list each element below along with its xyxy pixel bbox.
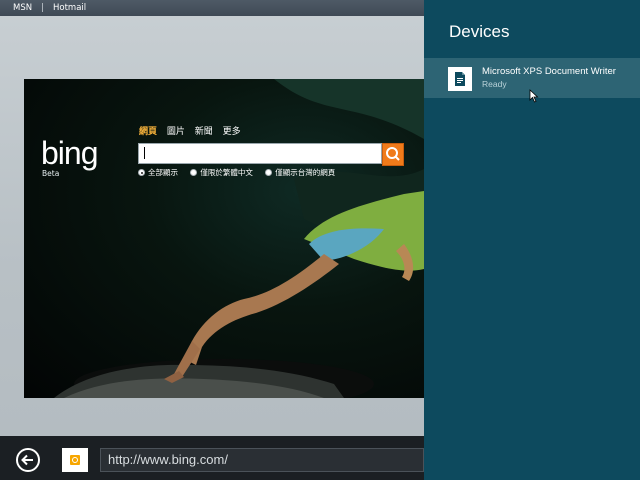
browser-address-bar: http://www.bing.com/ — [0, 436, 424, 480]
search-button[interactable] — [382, 143, 404, 166]
url-field[interactable]: http://www.bing.com/ — [100, 448, 424, 472]
back-button[interactable] — [16, 448, 40, 472]
radio-show-all[interactable]: 全部顯示 — [138, 167, 178, 178]
bing-homepage-hero: bing Beta 網頁 圖片 新聞 更多 全部顯示 僅限於繁體中文 僅顯示台灣… — [24, 79, 424, 398]
document-icon — [448, 67, 472, 91]
device-name: Microsoft XPS Document Writer — [482, 66, 616, 77]
radio-label: 僅顯示台灣的網頁 — [275, 168, 336, 177]
nav-separator: | — [41, 3, 44, 13]
tab-web[interactable]: 網頁 — [139, 127, 157, 137]
bing-logo[interactable]: bing — [41, 137, 98, 169]
radio-traditional-chinese[interactable]: 僅限於繁體中文 — [190, 167, 253, 178]
tab-images[interactable]: 圖片 — [167, 127, 185, 137]
radio-label: 僅限於繁體中文 — [200, 168, 253, 177]
text-caret — [144, 147, 145, 159]
radio-label: 全部顯示 — [148, 168, 178, 177]
search-category-tabs: 網頁 圖片 新聞 更多 — [139, 124, 248, 137]
radio-button[interactable] — [190, 169, 198, 176]
search-icon — [386, 147, 400, 161]
radio-button[interactable] — [265, 169, 273, 176]
radio-taiwan-pages[interactable]: 僅顯示台灣的網頁 — [265, 167, 335, 178]
msn-link[interactable]: MSN — [13, 0, 32, 16]
tab-more[interactable]: 更多 — [223, 127, 241, 137]
bing-favicon-icon — [70, 455, 80, 465]
search-input[interactable] — [138, 143, 382, 164]
hotmail-link[interactable]: Hotmail — [53, 0, 86, 16]
devices-charm-panel: Devices Microsoft XPS Document Writer Re… — [424, 0, 640, 480]
devices-title: Devices — [449, 22, 510, 41]
device-status: Ready — [482, 79, 507, 89]
back-arrow-icon — [21, 454, 33, 466]
radio-button-checked[interactable] — [138, 169, 145, 176]
language-filter-options: 全部顯示 僅限於繁體中文 僅顯示台灣的網頁 — [138, 167, 345, 178]
top-nav-bar: MSN | Hotmail — [0, 0, 424, 16]
bing-beta-label: Beta — [42, 169, 60, 178]
mouse-cursor-icon — [529, 89, 539, 103]
tab-news[interactable]: 新聞 — [195, 127, 213, 137]
site-tile[interactable] — [62, 448, 88, 472]
